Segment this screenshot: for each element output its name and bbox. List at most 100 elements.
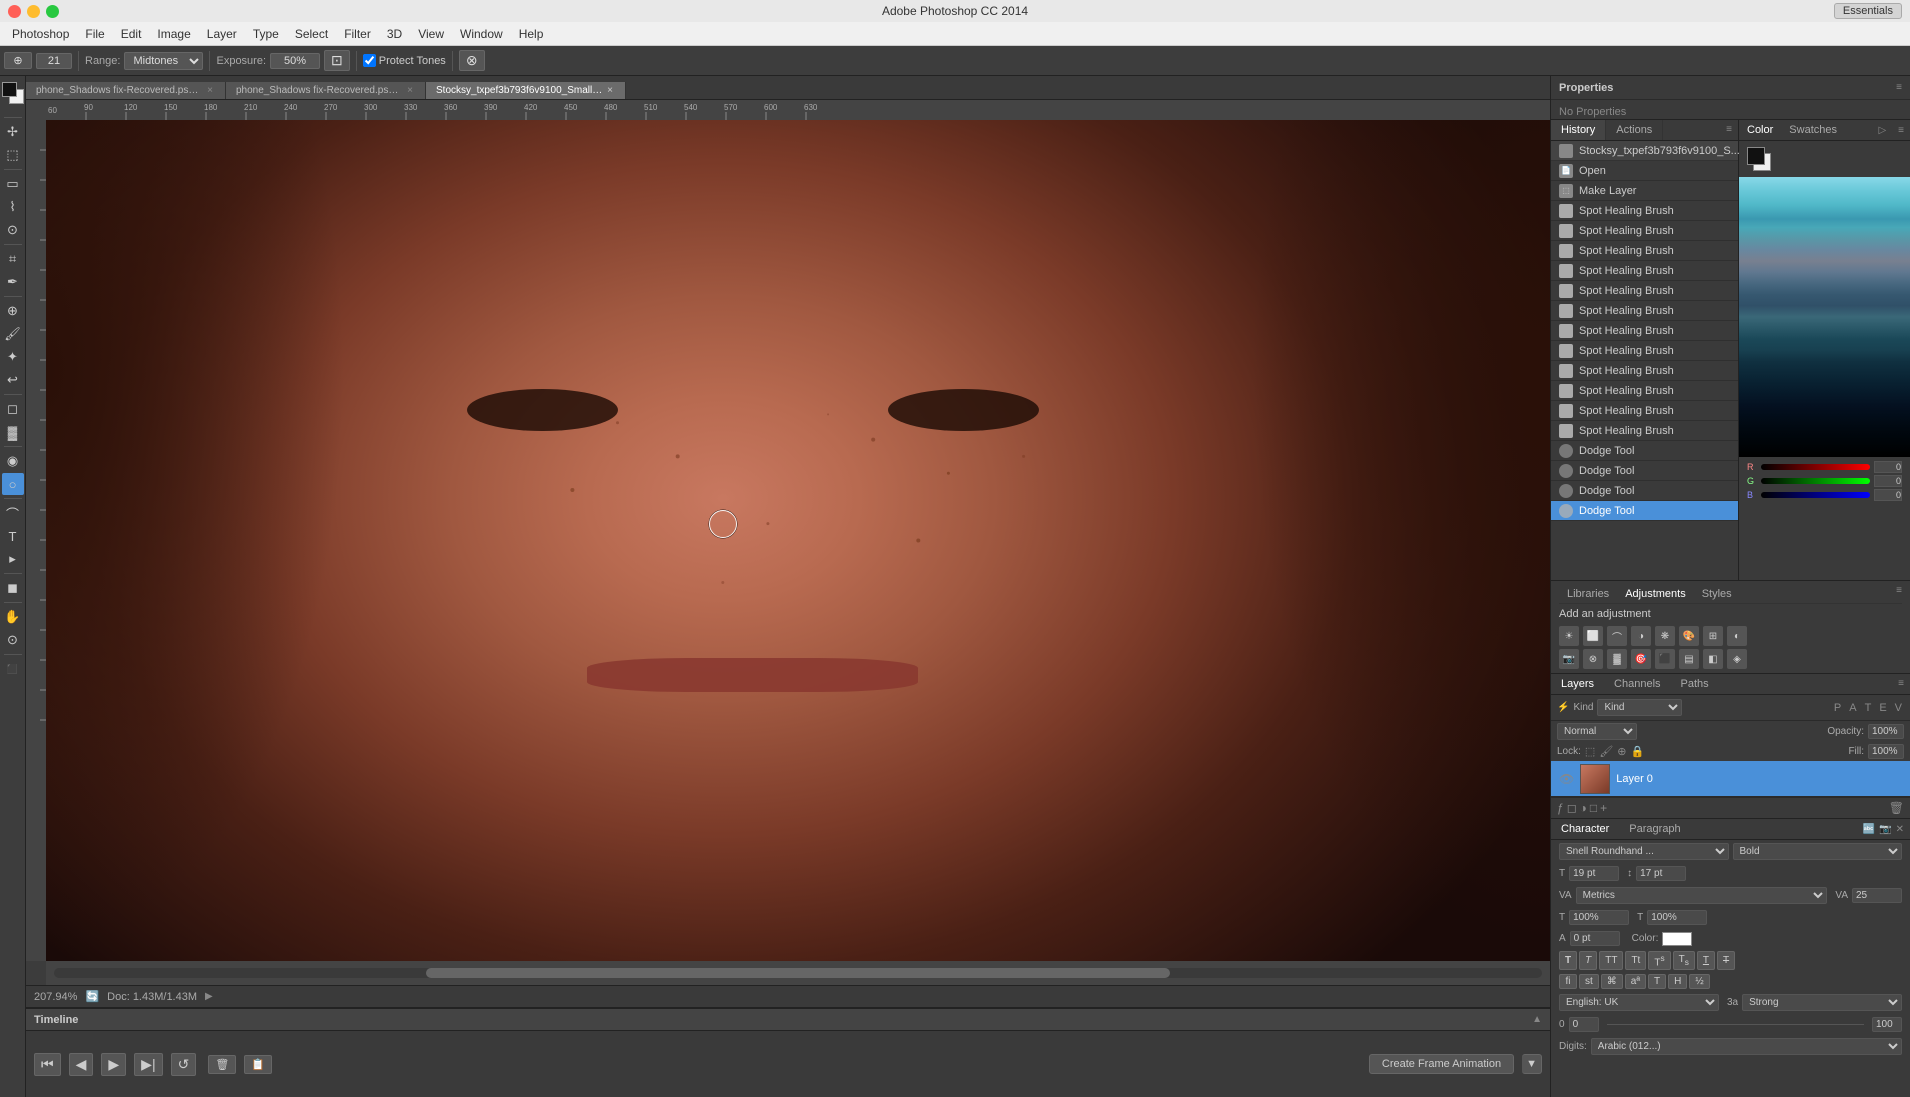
adj-photo-filter[interactable]: 📷 <box>1559 649 1579 669</box>
timeline-play-btn[interactable]: ▶ <box>101 1053 126 1076</box>
tool-path-select[interactable]: ▸ <box>2 548 24 570</box>
layers-filter-icon-2[interactable]: A <box>1847 700 1858 716</box>
digits-type-select[interactable]: Arabic (012...) <box>1591 1038 1902 1055</box>
tool-move[interactable]: ✢ <box>2 121 24 143</box>
tool-shape[interactable]: ◼ <box>2 577 24 599</box>
timeline-first-btn[interactable]: ⏮ <box>34 1053 61 1076</box>
adj-hdr[interactable]: ◈ <box>1727 649 1747 669</box>
history-tab-history[interactable]: History <box>1551 120 1606 140</box>
protect-tones-label[interactable]: Protect Tones <box>363 54 446 67</box>
layer-visibility-0[interactable]: 👁 <box>1559 772 1574 786</box>
digits-to-input[interactable] <box>1872 1017 1902 1032</box>
menu-photoshop[interactable]: Photoshop <box>4 25 77 43</box>
timeline-trash-btn[interactable]: 🗑 <box>208 1055 236 1074</box>
char-tab-paragraph[interactable]: Paragraph <box>1619 819 1690 839</box>
adj-color-balance[interactable]: ⊞ <box>1703 626 1723 646</box>
tool-marquee[interactable]: ▭ <box>2 173 24 195</box>
history-item-shb-12[interactable]: Spot Healing Brush <box>1551 421 1738 441</box>
history-panel-menu[interactable]: ≡ <box>1720 120 1738 140</box>
tool-lasso[interactable]: ⌇ <box>2 196 24 218</box>
timeline-loop-btn[interactable]: ↺ <box>171 1053 197 1076</box>
adj-tab-styles[interactable]: Styles <box>1694 585 1740 603</box>
h-scrollbar-thumb[interactable] <box>426 968 1170 978</box>
fill-input[interactable] <box>1868 744 1904 759</box>
char-color-swatch[interactable] <box>1662 932 1692 946</box>
color-gradient[interactable] <box>1739 177 1910 457</box>
history-item-dodge-4[interactable]: Dodge Tool <box>1551 501 1738 521</box>
lock-all-btn[interactable]: 🔒 <box>1631 745 1645 758</box>
adj-tab-adjustments[interactable]: Adjustments <box>1617 585 1694 603</box>
font-family-select[interactable]: Snell Roundhand ... <box>1559 843 1729 860</box>
layers-kind-select[interactable]: Kind Name Effect Mode Attribute Color Sm… <box>1597 699 1682 716</box>
layers-filter-icon-5[interactable]: V <box>1893 700 1904 716</box>
timeline-collapse-btn[interactable]: ▲ <box>1532 1014 1542 1025</box>
history-item-shb-9[interactable]: Spot Healing Brush <box>1551 361 1738 381</box>
anti-alias-select[interactable]: Strong Crisp Sharp Smooth None <box>1742 994 1902 1011</box>
sample-btn[interactable]: ⊗ <box>459 50 485 71</box>
menu-edit[interactable]: Edit <box>113 25 150 43</box>
scale-h-input[interactable] <box>1569 910 1629 925</box>
range-select[interactable]: Shadows Midtones Highlights <box>124 52 203 70</box>
timeline-copy-btn[interactable]: 📋 <box>244 1055 272 1074</box>
history-item-shb-5[interactable]: Spot Healing Brush <box>1551 281 1738 301</box>
adj-brightness[interactable]: ☀ <box>1559 626 1579 646</box>
history-item-shb-1[interactable]: Spot Healing Brush <box>1551 201 1738 221</box>
h-scrollbar-track[interactable] <box>54 968 1542 978</box>
tab-close-0[interactable]: × <box>207 85 213 96</box>
lock-transparent-btn[interactable]: ⬚ <box>1585 745 1595 758</box>
fmt-underline[interactable]: T <box>1697 951 1715 970</box>
timeline-prev-btn[interactable]: ◀ <box>69 1053 94 1076</box>
tool-eraser[interactable]: ◻ <box>2 398 24 420</box>
fmt-small-caps[interactable]: Tt <box>1625 951 1646 970</box>
tool-crop[interactable]: ⌗ <box>2 248 24 270</box>
fg-color-swatch[interactable] <box>1747 147 1765 165</box>
history-item-shb-11[interactable]: Spot Healing Brush <box>1551 401 1738 421</box>
kerning-select[interactable]: Metrics Optical 0 <box>1576 887 1828 904</box>
exposure-input[interactable] <box>270 53 320 69</box>
char-icon-1[interactable]: 🔤 <box>1863 824 1875 835</box>
new-adjustment-btn[interactable]: ◑ <box>1580 801 1587 815</box>
tool-type[interactable]: T <box>2 525 24 547</box>
adj-vibrance[interactable]: ❋ <box>1655 626 1675 646</box>
add-mask-btn[interactable]: ◻ <box>1567 801 1577 815</box>
fg-bg-colors[interactable] <box>2 82 24 110</box>
char-icon-2[interactable]: 📷 <box>1879 824 1891 835</box>
create-frame-animation-btn[interactable]: Create Frame Animation <box>1369 1054 1514 1074</box>
color-tab-swatches[interactable]: Swatches <box>1781 120 1845 140</box>
history-item-dodge-3[interactable]: Dodge Tool <box>1551 481 1738 501</box>
timeline-next-btn[interactable]: ▶| <box>134 1053 162 1076</box>
minimize-button[interactable] <box>27 5 40 18</box>
layers-tab-channels[interactable]: Channels <box>1604 674 1670 694</box>
fmt-italic[interactable]: T <box>1579 951 1597 970</box>
blend-mode-select[interactable]: Normal <box>1557 723 1637 740</box>
fmt-uppercase[interactable]: TT <box>1599 951 1623 970</box>
brush-size-input[interactable] <box>36 53 72 69</box>
layers-tab-layers[interactable]: Layers <box>1551 674 1604 694</box>
add-style-btn[interactable]: ƒ <box>1557 801 1564 815</box>
font-size-input[interactable] <box>1569 866 1619 881</box>
tab-1[interactable]: phone_Shadows fix-Recovered.psd @ 8.33..… <box>226 82 426 99</box>
fmt-swash[interactable]: T <box>1648 974 1666 989</box>
menu-3d[interactable]: 3D <box>379 25 410 43</box>
layer-row-0[interactable]: 👁 Layer 0 <box>1551 761 1910 797</box>
foreground-color[interactable] <box>2 82 17 97</box>
tool-pen[interactable]: ⌒ <box>2 502 24 524</box>
history-item-shb-10[interactable]: Spot Healing Brush <box>1551 381 1738 401</box>
tab-0[interactable]: phone_Shadows fix-Recovered.psd @ 8.33..… <box>26 82 226 99</box>
history-item-shb-7[interactable]: Spot Healing Brush <box>1551 321 1738 341</box>
tool-hand[interactable]: ✋ <box>2 606 24 628</box>
fmt-frac[interactable]: ½ <box>1689 974 1709 989</box>
tool-screen-mode[interactable]: ⬛ <box>2 658 24 680</box>
tool-artboard[interactable]: ⬚ <box>2 144 24 166</box>
menu-filter[interactable]: Filter <box>336 25 379 43</box>
history-item-make-layer[interactable]: ⬚ Make Layer <box>1551 181 1738 201</box>
digits-from-input[interactable] <box>1569 1017 1599 1032</box>
protect-tones-checkbox[interactable] <box>363 54 376 67</box>
history-item-shb-4[interactable]: Spot Healing Brush <box>1551 261 1738 281</box>
menu-window[interactable]: Window <box>452 25 511 43</box>
fmt-subscript[interactable]: Ts <box>1673 951 1695 970</box>
adj-hsl[interactable]: 🎨 <box>1679 626 1699 646</box>
tool-zoom[interactable]: ⊙ <box>2 629 24 651</box>
history-item-dodge-1[interactable]: Dodge Tool <box>1551 441 1738 461</box>
history-item-open[interactable]: 📄 Open <box>1551 161 1738 181</box>
